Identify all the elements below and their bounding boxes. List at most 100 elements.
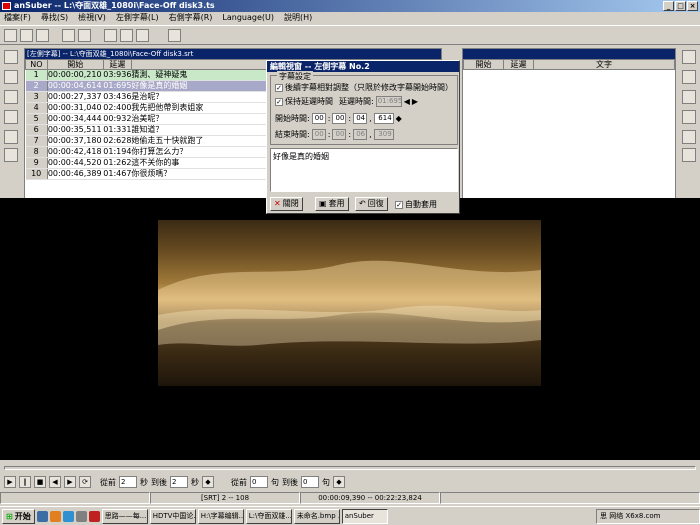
status-time: 00:00:09,390 -- 00:22:23,824: [300, 492, 440, 504]
col-delay[interactable]: 延遲: [102, 59, 132, 70]
pause-icon[interactable]: ‖: [19, 476, 31, 488]
undo-icon: ↶: [359, 199, 366, 208]
col-no[interactable]: NO: [25, 59, 48, 70]
stop-icon[interactable]: ■: [34, 476, 46, 488]
undo-button[interactable]: ↶ 回復: [355, 197, 388, 211]
close-button[interactable]: ✕ 關閉: [270, 197, 303, 211]
after-lines-field[interactable]: 0: [301, 476, 319, 488]
menu-right-subtitle[interactable]: 右側字幕(R): [169, 12, 213, 24]
video-frame: [158, 220, 541, 386]
close-icon: ✕: [274, 199, 281, 208]
find-next-icon[interactable]: [120, 29, 133, 42]
start-button[interactable]: ⊞ 开始: [2, 508, 35, 524]
col-delay[interactable]: 延遲: [503, 59, 534, 70]
end-min[interactable]: 00: [332, 129, 347, 140]
apply-button[interactable]: ▣ 套用: [315, 197, 349, 211]
taskbar-item[interactable]: HDTV中国论...: [149, 508, 196, 524]
col-text[interactable]: 文字: [533, 59, 675, 70]
menu-help[interactable]: 說明(H): [284, 12, 312, 24]
col-start[interactable]: 開始: [46, 59, 104, 70]
open-icon[interactable]: [4, 29, 17, 42]
sidebar-tool-icon[interactable]: [682, 130, 696, 144]
keep-delay-checkbox[interactable]: ✓: [275, 97, 283, 106]
delay-field[interactable]: 01:695: [375, 96, 402, 107]
right-subtitle-panel: 開始 延遲 文字: [462, 48, 676, 200]
adjust-following-checkbox[interactable]: ✓: [275, 83, 283, 92]
sidebar-tool-icon[interactable]: [4, 130, 18, 144]
media-icon[interactable]: [88, 510, 100, 522]
paste-icon[interactable]: [78, 29, 91, 42]
sidebar-tool-icon[interactable]: [682, 148, 696, 162]
status-srt: [SRT] 2 -- 108: [150, 492, 300, 504]
playback-controls: ▶ ‖ ■ ◀ ▶ ⟳ 從前 2 秒 到後 2 秒 ◆ 從前 0 句 到後 0 …: [0, 474, 700, 490]
sidebar-tool-icon[interactable]: [4, 70, 18, 84]
desktop-icon[interactable]: [36, 510, 48, 522]
save-as-icon[interactable]: [36, 29, 49, 42]
end-ms[interactable]: 309: [373, 129, 394, 140]
save-icon[interactable]: [20, 29, 33, 42]
menu-left-subtitle[interactable]: 左側字幕(L): [116, 12, 159, 24]
apply-icon: ▣: [319, 199, 327, 208]
sidebar-tool-icon[interactable]: [4, 110, 18, 124]
start-min[interactable]: 00: [332, 113, 347, 124]
prev-icon[interactable]: ◀: [49, 476, 61, 488]
col-start[interactable]: 開始: [463, 59, 504, 70]
sidebar-tool-icon[interactable]: [682, 50, 696, 64]
after-seconds-field[interactable]: 2: [170, 476, 188, 488]
menu-language[interactable]: Language(U): [222, 12, 274, 24]
sidebar-tool-icon[interactable]: [682, 90, 696, 104]
right-subtitle-table: 開始 延遲 文字: [463, 59, 675, 70]
seek-track[interactable]: [4, 466, 696, 470]
maximize-button[interactable]: □: [675, 1, 686, 11]
keep-delay-label: 保持延遲時間: [285, 97, 333, 106]
sidebar-tool-icon[interactable]: [4, 148, 18, 162]
system-tray: 思 网络 X6x8.com: [596, 508, 700, 524]
split-view-icon[interactable]: [168, 29, 181, 42]
next-icon[interactable]: ▶: [64, 476, 76, 488]
lightbulb-icon[interactable]: ◆: [396, 114, 402, 123]
subtitle-text-area[interactable]: 好像是真的婚姻: [270, 148, 458, 192]
end-sec[interactable]: 06: [353, 129, 368, 140]
ie-icon[interactable]: [62, 510, 74, 522]
windows-logo-icon: ⊞: [6, 511, 13, 521]
after2-label: 到後: [282, 477, 298, 487]
taskbar-item[interactable]: H:\字幕编辑...: [197, 508, 244, 524]
apply-lines-icon[interactable]: ◆: [333, 476, 345, 488]
taskbar-item[interactable]: 未命名.bmp ...: [293, 508, 340, 524]
start-sec[interactable]: 04: [353, 113, 368, 124]
before2-label: 從前: [231, 477, 247, 487]
seek-bar[interactable]: [0, 462, 700, 474]
copy-icon[interactable]: [62, 29, 75, 42]
before-seconds-field[interactable]: 2: [119, 476, 137, 488]
menu-view[interactable]: 檢視(V): [78, 12, 106, 24]
browser-icon[interactable]: [49, 510, 61, 522]
loop-icon[interactable]: ⟳: [79, 476, 91, 488]
sidebar-tool-icon[interactable]: [4, 90, 18, 104]
replace-icon[interactable]: [136, 29, 149, 42]
play-icon[interactable]: ▶: [4, 476, 16, 488]
taskbar-item[interactable]: L:\夺面双雄...: [245, 508, 292, 524]
sec-label: 秒: [140, 477, 148, 487]
apply-offset-icon[interactable]: ◆: [202, 476, 214, 488]
start-hour[interactable]: 00: [311, 113, 326, 124]
menu-search[interactable]: 尋找(S): [41, 12, 68, 24]
before-lines-field[interactable]: 0: [250, 476, 268, 488]
left-sidebar: [0, 48, 22, 198]
arrow-left-icon[interactable]: ◀: [404, 97, 410, 106]
explorer-icon[interactable]: [75, 510, 87, 522]
sidebar-tool-icon[interactable]: [682, 70, 696, 84]
auto-apply-checkbox[interactable]: ✓: [395, 200, 403, 209]
window-title-bar: anSuber -- L:\夺面双雄_1080i\Face-Off disk3.…: [0, 0, 700, 12]
minimize-button[interactable]: _: [663, 1, 674, 11]
start-ms[interactable]: 614: [373, 113, 394, 124]
arrow-right-icon[interactable]: ▶: [412, 97, 418, 106]
find-icon[interactable]: [104, 29, 117, 42]
taskbar-item[interactable]: 思路——每...: [101, 508, 148, 524]
sidebar-tool-icon[interactable]: [682, 110, 696, 124]
menu-file[interactable]: 檔案(F): [4, 12, 31, 24]
adjust-following-label: 後續字幕相對調整（只限於修改字幕開始時間）: [285, 83, 453, 92]
taskbar-item-active[interactable]: anSuber: [341, 508, 388, 524]
end-hour[interactable]: 00: [311, 129, 326, 140]
close-window-button[interactable]: ×: [687, 1, 698, 11]
sidebar-tool-icon[interactable]: [4, 50, 18, 64]
